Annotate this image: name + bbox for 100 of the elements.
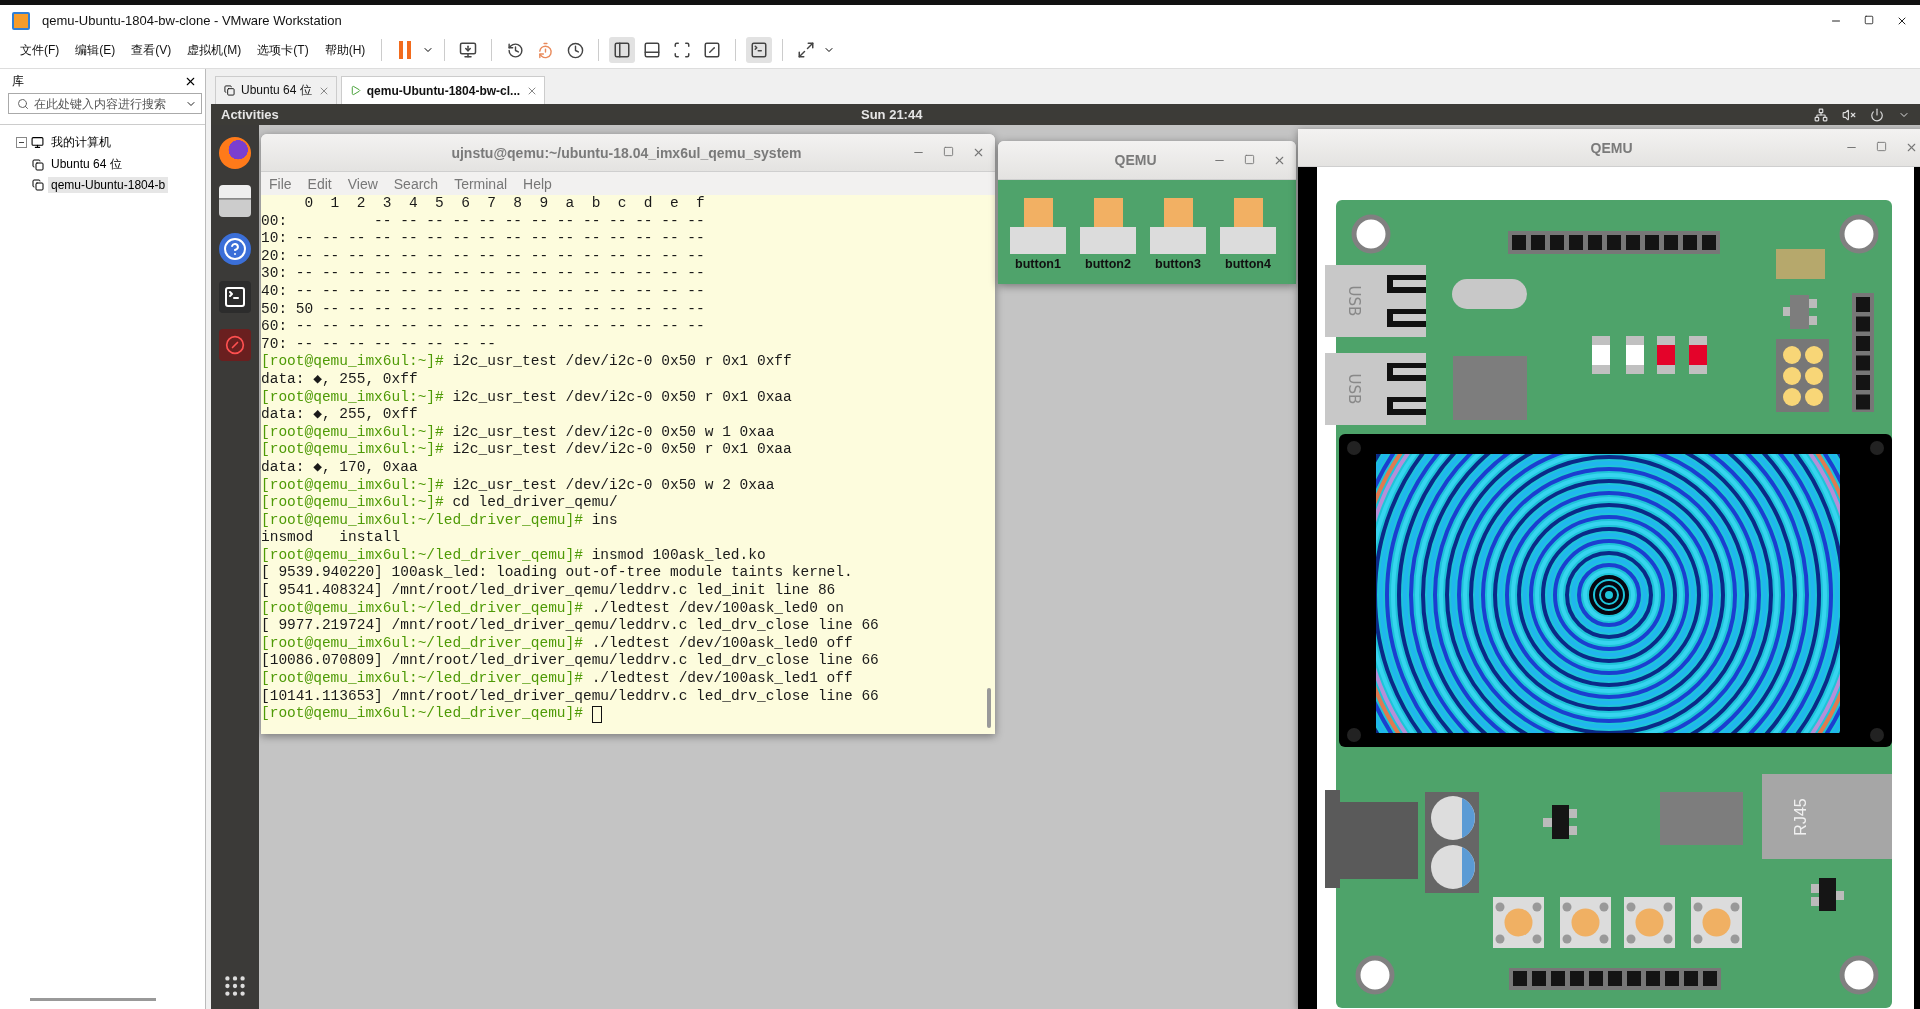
shell-prompt: [root@qemu_imx6ul:~]#: [261, 441, 444, 459]
menu-item[interactable]: 文件(F): [14, 41, 66, 59]
activities-button[interactable]: Activities: [221, 107, 861, 122]
tab[interactable]: qemu-Ubuntu-1804-bw-cl...: [340, 76, 546, 104]
button-base: [1010, 227, 1066, 254]
shell-prompt: [root@qemu_imx6ul:~/led_driver_qemu]#: [261, 670, 583, 688]
menu-item[interactable]: 虚拟机(M): [181, 41, 248, 59]
transistor: [1543, 805, 1577, 839]
button-label: button3: [1155, 257, 1201, 271]
panel-left-icon: [613, 41, 632, 59]
shell-prompt: [root@qemu_imx6ul:~/led_driver_qemu]#: [261, 511, 583, 530]
clock-text[interactable]: Sun 21:44: [861, 107, 1814, 122]
maximize-icon[interactable]: [1864, 14, 1874, 25]
search-icon: [17, 97, 29, 110]
menu-item[interactable]: 查看(V): [125, 41, 178, 59]
output-text: 60: -- -- -- -- -- -- -- -- -- -- -- -- -- -- -- --: [261, 318, 705, 336]
tree-item[interactable]: qemu-Ubuntu-1804-b: [48, 177, 169, 193]
shell-prompt: [root@qemu_imx6ul:~/led_driver_qemu]#: [261, 634, 583, 653]
menu-item[interactable]: View: [347, 175, 378, 192]
menu-item[interactable]: Help: [523, 175, 552, 192]
output-text: [ 9539.940220] 100ask_led: loading out-of-tree module taints kernel.: [261, 564, 853, 583]
output-text: data: ◆, 255, 0xff: [261, 370, 418, 389]
shell-prompt: [root@qemu_imx6ul:~]#: [261, 494, 444, 512]
shell-prompt: [root@qemu_imx6ul:~/led_driver_qemu]#: [261, 546, 583, 565]
port-label: USB: [1345, 373, 1363, 405]
output-text: [10086.070809] /mnt/root/led_driver_qemu/leddrv.c led_drv_close line 66: [261, 652, 879, 671]
volume-muted-icon[interactable]: [1842, 107, 1856, 122]
button-base: [1150, 227, 1206, 254]
output-text: [ 9541.408324] /mnt/root/led_driver_qemu/leddrv.c led_init line 86: [261, 582, 836, 600]
vm-icon: [32, 158, 44, 171]
output-text: insmod install: [261, 529, 401, 547]
menu-item[interactable]: File: [269, 175, 292, 192]
app-logo-icon: [12, 11, 30, 30]
maximize-icon[interactable]: [1876, 141, 1887, 152]
shell-prompt: [root@qemu_imx6ul:~]#: [261, 476, 444, 495]
tree-item[interactable]: 我的计算机: [48, 133, 114, 152]
tree-toggle-icon[interactable]: [16, 137, 27, 148]
vm-icon: [32, 179, 44, 191]
mounting-hole: [1839, 214, 1879, 254]
menu-item[interactable]: Terminal: [454, 175, 508, 192]
console-button[interactable]: [746, 37, 773, 63]
command-text: i2c_usr_test /dev/i2c-0 0x50 r 0x1 0xaa: [452, 388, 792, 407]
menu-item[interactable]: 帮助(H): [318, 41, 372, 59]
command-text: i2c_usr_test /dev/i2c-0 0x50 r 0x1 0xff: [452, 353, 792, 371]
command-text: i2c_usr_test /dev/i2c-0 0x50 w 1 0xaa: [452, 423, 775, 442]
menu-item[interactable]: Search: [393, 175, 439, 192]
window-title: QEMU: [1589, 139, 1634, 156]
solder-pad: [1776, 249, 1825, 279]
expand-icon: [797, 41, 816, 59]
panel-left-button[interactable]: [609, 37, 636, 63]
output-text: 10: -- -- -- -- -- -- -- -- -- -- -- -- -- -- -- --: [261, 230, 705, 248]
window-title: QEMU: [1113, 152, 1158, 168]
output-text: 0 1 2 3 4 5 6 7 8 9 a b c d e f: [303, 195, 705, 213]
vm-icon: [224, 85, 235, 96]
terminal-icon[interactable]: [219, 281, 251, 313]
scrollbar[interactable]: [30, 998, 156, 1001]
shell-prompt: [root@qemu_imx6ul:~/led_driver_qemu]#: [261, 599, 583, 618]
tab[interactable]: Ubuntu 64 位: [215, 76, 337, 104]
command-text: ./ledtest /dev/100ask_led1 off: [591, 670, 853, 688]
command-text: i2c_usr_test /dev/i2c-0 0x50 w 2 0xaa: [452, 476, 775, 495]
command-text: insmod 100ask_led.ko: [591, 546, 766, 565]
crossed-frame-icon: [703, 41, 722, 59]
help-icon[interactable]: [219, 233, 251, 265]
network-icon[interactable]: [1814, 107, 1828, 122]
menu-item[interactable]: 编辑(E): [69, 41, 122, 59]
mounting-hole: [1839, 955, 1879, 995]
shell-prompt: [root@qemu_imx6ul:~]#: [261, 353, 444, 371]
clock-icon: [566, 41, 584, 59]
power-icon[interactable]: [1870, 107, 1884, 122]
file-cabinet-icon[interactable]: [219, 185, 251, 217]
port-label: USB: [1345, 285, 1363, 317]
output-text: data: ◆, 255, 0xff: [261, 406, 418, 424]
scrollbar[interactable]: [987, 688, 991, 728]
command-text: ins: [591, 511, 618, 530]
fullscreen-icon: [673, 41, 692, 59]
output-text: 30: -- -- -- -- -- -- -- -- -- -- -- -- -- -- -- --: [261, 265, 705, 283]
window-title: qemu-Ubuntu-1804-bw-clone - VMware Workstation: [42, 13, 343, 28]
command-text: ./ledtest /dev/100ask_led0 off: [591, 634, 853, 653]
blocked-sign-icon[interactable]: [219, 329, 251, 361]
button-label: button2: [1085, 257, 1131, 271]
mounting-hole: [1351, 214, 1391, 254]
button-base: [1220, 227, 1276, 254]
tree-item[interactable]: Ubuntu 64 位: [48, 155, 125, 174]
output-text: 70: -- -- -- -- -- -- -- --: [261, 335, 496, 354]
app-grid-icon[interactable]: [222, 973, 248, 999]
maximize-icon[interactable]: [943, 146, 954, 157]
menu-item[interactable]: Edit: [307, 175, 332, 192]
output-text: data: ◆, 170, 0xaa: [261, 458, 418, 477]
clock-icon: [536, 41, 554, 59]
menu-item[interactable]: 选项卡(T): [251, 41, 315, 59]
monitor-icon: [31, 136, 44, 149]
search-field[interactable]: 在此处键入内容进行搜索: [8, 93, 202, 114]
shell-prompt: [root@qemu_imx6ul:~/led_driver_qemu]#: [261, 705, 583, 723]
mounting-hole: [1355, 955, 1395, 995]
button-label: button4: [1225, 257, 1271, 271]
browser-icon[interactable]: [219, 137, 251, 169]
capacitor: [1431, 845, 1475, 889]
clock-icon: [506, 41, 524, 59]
button-label: button1: [1015, 257, 1061, 271]
maximize-icon[interactable]: [1244, 153, 1255, 165]
